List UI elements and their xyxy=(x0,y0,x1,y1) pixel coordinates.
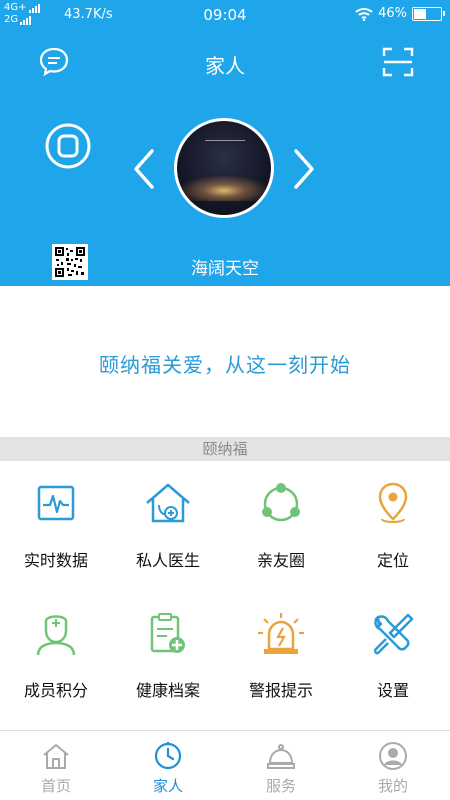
nav-label: 家人 xyxy=(152,777,183,795)
heartbeat-monitor-icon xyxy=(37,485,75,521)
service-bell-icon xyxy=(267,744,295,769)
feature-alarm-alerts[interactable]: 警报提示 xyxy=(225,591,337,721)
friends-circle-icon xyxy=(262,483,300,522)
previous-member-arrow[interactable] xyxy=(132,148,156,190)
member-nurse-icon xyxy=(36,615,76,656)
location-pin-icon xyxy=(378,482,408,523)
feature-realtime-data[interactable]: 实时数据 xyxy=(0,461,112,591)
settings-tools-icon xyxy=(373,613,414,655)
feature-member-points[interactable]: 成员积分 xyxy=(0,591,112,721)
feature-label: 设置 xyxy=(376,681,409,700)
slogan-text: 颐纳福关爱，从这一刻开始 xyxy=(99,353,351,377)
feature-label: 实时数据 xyxy=(23,551,88,570)
nav-mine[interactable]: 我的 xyxy=(337,731,449,800)
feature-label: 健康档案 xyxy=(135,681,200,700)
feature-grid: 实时数据 私人医生 亲友圈 定位 成员积分 健康档案 警报提示 设置 xyxy=(0,461,450,729)
alarm-light-icon xyxy=(258,613,304,654)
battery-percent: 46% xyxy=(378,6,407,21)
feature-health-record[interactable]: 健康档案 xyxy=(112,591,224,721)
nav-label: 我的 xyxy=(377,777,408,795)
nav-label: 服务 xyxy=(265,777,296,795)
feature-label: 亲友圈 xyxy=(256,551,305,570)
bottom-navigation: 首页 家人 服务 我的 xyxy=(0,730,450,800)
feature-label: 私人医生 xyxy=(135,551,200,570)
wifi-icon xyxy=(355,7,373,21)
nav-service[interactable]: 服务 xyxy=(225,731,337,800)
doctor-house-icon xyxy=(146,483,190,523)
feature-label: 成员积分 xyxy=(23,681,88,700)
feature-label: 警报提示 xyxy=(248,681,313,700)
nav-label: 首页 xyxy=(40,777,71,795)
clock-family-icon xyxy=(154,742,182,770)
nav-home[interactable]: 首页 xyxy=(0,731,112,800)
feature-friends-circle[interactable]: 亲友圈 xyxy=(225,461,337,591)
family-header: 家人 海阔天空 xyxy=(0,30,450,286)
home-icon xyxy=(43,744,69,769)
feature-label: 定位 xyxy=(376,551,409,570)
status-bar: 4G+ 2G 43.7K/s 09:04 46% xyxy=(0,0,450,30)
nav-family[interactable]: 家人 xyxy=(112,731,224,800)
feature-location[interactable]: 定位 xyxy=(337,461,449,591)
feature-private-doctor[interactable]: 私人医生 xyxy=(112,461,224,591)
member-name: 海阔天空 xyxy=(191,259,259,279)
member-avatar[interactable] xyxy=(174,118,274,218)
next-member-arrow[interactable] xyxy=(292,148,316,190)
watch-icon[interactable] xyxy=(44,122,92,170)
section-title: 颐纳福 xyxy=(0,437,450,461)
feature-settings[interactable]: 设置 xyxy=(337,591,449,721)
scan-icon[interactable] xyxy=(382,46,414,78)
battery-icon xyxy=(412,6,445,21)
health-record-icon xyxy=(150,613,185,653)
profile-icon xyxy=(379,742,407,770)
